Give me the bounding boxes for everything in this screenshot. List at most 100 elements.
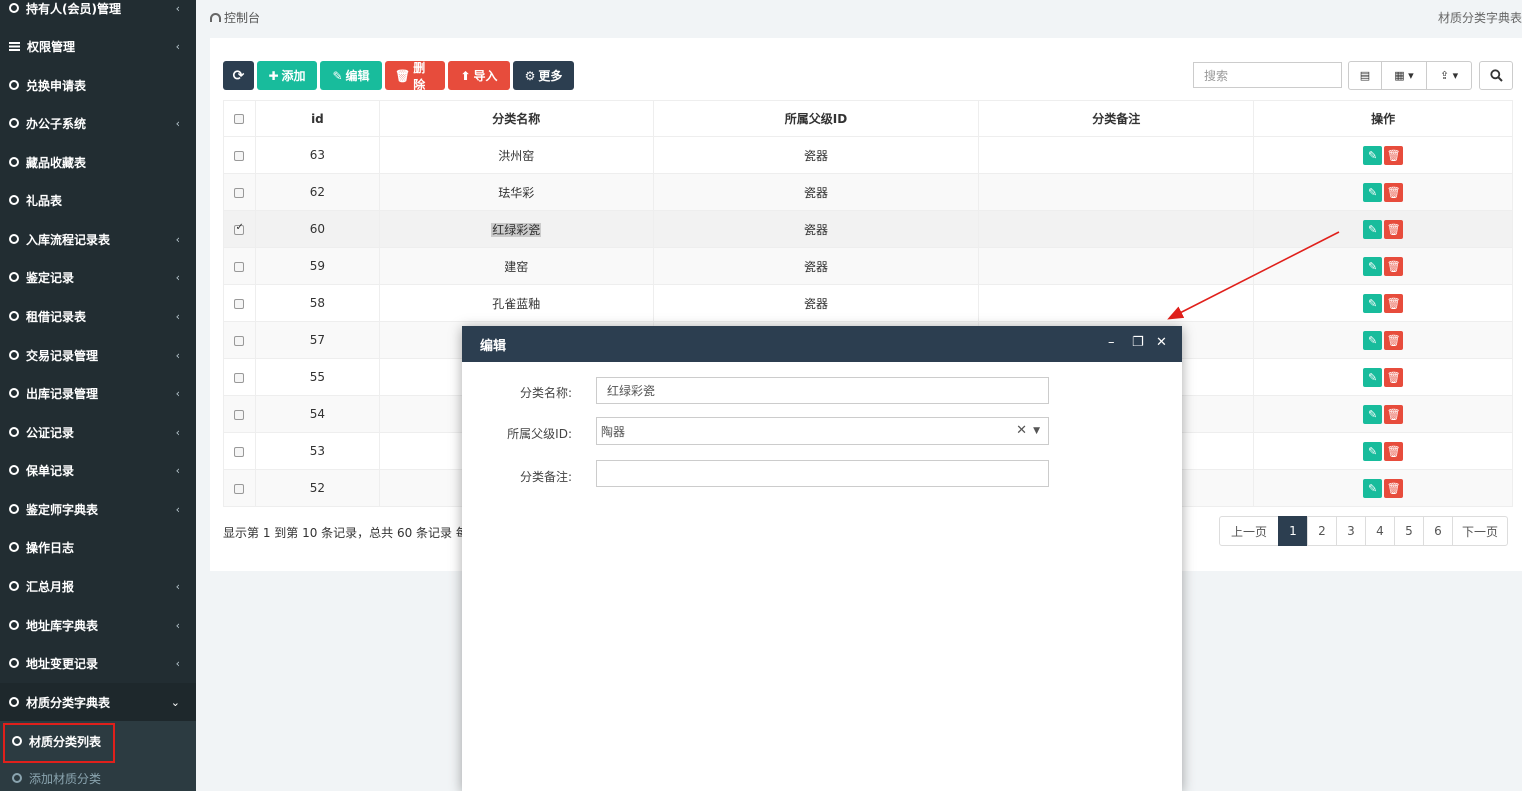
sidebar-item-7[interactable]: 鉴定记录 ‹ (0, 258, 196, 296)
sidebar-item-13[interactable]: 鉴定师字典表 ‹ (0, 490, 196, 528)
row-select-cell[interactable] (223, 321, 256, 359)
row-delete-icon[interactable]: 🗑 (1384, 478, 1404, 498)
table-row[interactable]: 59 建窑 瓷器 ✎ 🗑 (223, 247, 1513, 285)
row-delete-icon[interactable]: 🗑 (1384, 256, 1404, 276)
row-edit-icon[interactable]: ✎ (1363, 404, 1383, 424)
next-page-button[interactable]: 下一页 (1452, 516, 1508, 546)
row-select-cell[interactable] (223, 432, 256, 470)
sidebar-item-4[interactable]: 藏品收藏表 (0, 143, 196, 181)
sidebar-item-2[interactable]: 兑换申请表 (0, 66, 196, 104)
page-tab-title[interactable]: 材质分类字典表 (1438, 9, 1522, 26)
table-row[interactable]: 62 珐华彩 瓷器 ✎ 🗑 (223, 173, 1513, 211)
sidebar-item-9[interactable]: 交易记录管理 ‹ (0, 336, 196, 374)
clear-icon[interactable]: ✕ (1016, 423, 1027, 438)
row-select-cell[interactable] (223, 395, 256, 433)
row-edit-icon[interactable]: ✎ (1363, 293, 1383, 313)
row-delete-icon[interactable]: 🗑 (1384, 330, 1404, 350)
sidebar-item-10[interactable]: 出库记录管理 ‹ (0, 374, 196, 412)
row-delete-icon[interactable]: 🗑 (1384, 404, 1404, 424)
sidebar-item-6[interactable]: 入库流程记录表 ‹ (0, 220, 196, 258)
minimize-icon[interactable]: – (1108, 335, 1115, 350)
page-button-1[interactable]: 1 (1278, 516, 1308, 546)
table-row[interactable]: 58 孔雀蓝釉 瓷器 ✎ 🗑 (223, 284, 1513, 322)
row-select-cell[interactable] (223, 284, 256, 322)
row-checkbox[interactable] (234, 372, 245, 383)
row-select-cell[interactable] (223, 210, 256, 248)
close-icon[interactable]: ✕ (1156, 335, 1167, 350)
breadcrumb[interactable]: 控制台 (210, 9, 260, 26)
search-button[interactable] (1479, 61, 1513, 90)
prev-page-button[interactable]: 上一页 (1219, 516, 1279, 546)
page-button-2[interactable]: 2 (1307, 516, 1337, 546)
column-header-name[interactable]: 分类名称 (378, 100, 654, 137)
row-checkbox[interactable] (234, 222, 245, 235)
row-checkbox[interactable] (234, 150, 245, 161)
page-button-4[interactable]: 4 (1365, 516, 1395, 546)
sidebar-item-14[interactable]: 操作日志 (0, 528, 196, 566)
add-button[interactable]: ✚ 添加 (257, 61, 317, 90)
row-edit-icon[interactable]: ✎ (1363, 182, 1383, 202)
row-checkbox[interactable] (234, 261, 245, 272)
row-edit-icon[interactable]: ✎ (1363, 256, 1383, 276)
row-checkbox[interactable] (234, 409, 245, 420)
table-row[interactable]: 60 红绿彩瓷 瓷器 ✎🗑 (223, 210, 1513, 248)
row-checkbox[interactable] (234, 298, 245, 309)
sidebar-item-11[interactable]: 公证记录 ‹ (0, 413, 196, 451)
sidebar-subitem-add[interactable]: 添加材质分类 (0, 765, 196, 791)
row-checkbox[interactable] (234, 187, 245, 198)
sidebar-item-12[interactable]: 保单记录 ‹ (0, 451, 196, 489)
row-delete-icon[interactable]: 🗑 (1384, 367, 1404, 387)
toggle-view-button[interactable]: ▤ (1348, 61, 1382, 90)
maximize-icon[interactable]: ❐ (1132, 335, 1144, 350)
import-button[interactable]: ⬆ 导入 (448, 61, 510, 90)
row-select-cell[interactable] (223, 136, 256, 174)
page-button-5[interactable]: 5 (1394, 516, 1424, 546)
table-row[interactable]: 63 洪州窑 瓷器 ✎ 🗑 (223, 136, 1513, 174)
sidebar-item-18[interactable]: 材质分类字典表 ⌄ (0, 683, 196, 721)
sidebar-item-3[interactable]: 办公子系统 ‹ (0, 104, 196, 142)
sidebar-item-1[interactable]: 权限管理 ‹ (0, 27, 196, 65)
sidebar-item-15[interactable]: 汇总月报 ‹ (0, 567, 196, 605)
row-edit-icon[interactable]: ✎ (1363, 145, 1383, 165)
parent-select[interactable]: 陶器 ✕ ▼ (596, 417, 1049, 445)
row-delete-icon[interactable]: 🗑 (1384, 182, 1404, 202)
sidebar-item-8[interactable]: 租借记录表 ‹ (0, 297, 196, 335)
row-select-cell[interactable] (223, 358, 256, 396)
sidebar-item-0[interactable]: 持有人(会员)管理 ‹ (0, 0, 196, 27)
row-checkbox[interactable] (234, 483, 245, 494)
export-button[interactable]: ⇪ ▾ (1426, 61, 1472, 90)
row-select-cell[interactable] (223, 247, 256, 285)
column-header-note[interactable]: 分类备注 (978, 100, 1255, 137)
page-button-3[interactable]: 3 (1336, 516, 1366, 546)
row-edit-icon[interactable]: ✎ (1363, 330, 1383, 350)
row-select-cell[interactable] (223, 469, 256, 507)
row-select-cell[interactable] (223, 173, 256, 211)
row-edit-icon[interactable]: ✎ (1363, 367, 1383, 387)
sidebar-item-16[interactable]: 地址库字典表 ‹ (0, 606, 196, 644)
caret-down-icon[interactable]: ▼ (1033, 426, 1040, 436)
column-header-parent[interactable]: 所属父级ID (652, 100, 980, 137)
row-delete-icon[interactable]: 🗑 (1384, 293, 1404, 313)
columns-button[interactable]: ▦ ▾ (1381, 61, 1427, 90)
refresh-button[interactable]: ⟳ (223, 61, 254, 90)
sidebar-item-5[interactable]: 礼品表 (0, 181, 196, 219)
edit-button[interactable]: ✎ 编辑 (320, 61, 382, 90)
sidebar-item-17[interactable]: 地址变更记录 ‹ (0, 644, 196, 682)
delete-button[interactable]: 🗑 删除 (385, 61, 445, 92)
row-delete-icon[interactable]: 🗑 (1384, 145, 1404, 165)
note-field[interactable] (596, 460, 1049, 487)
row-checkbox[interactable] (234, 446, 245, 457)
name-field[interactable]: 红绿彩瓷 (596, 377, 1049, 404)
search-input[interactable]: 搜索 (1193, 62, 1342, 88)
row-edit-icon[interactable]: ✎ (1363, 441, 1383, 461)
column-header-id[interactable]: id (254, 100, 380, 137)
row-delete-icon[interactable]: 🗑 (1384, 219, 1404, 239)
select-all-cell[interactable] (223, 100, 256, 137)
row-edit-icon[interactable]: ✎ (1363, 478, 1383, 498)
row-checkbox[interactable] (234, 335, 245, 346)
row-edit-icon[interactable]: ✎ (1363, 219, 1383, 239)
page-button-6[interactable]: 6 (1423, 516, 1453, 546)
select-all-checkbox[interactable] (234, 114, 245, 124)
more-button[interactable]: ⚙ 更多 (513, 61, 574, 90)
row-delete-icon[interactable]: 🗑 (1384, 441, 1404, 461)
